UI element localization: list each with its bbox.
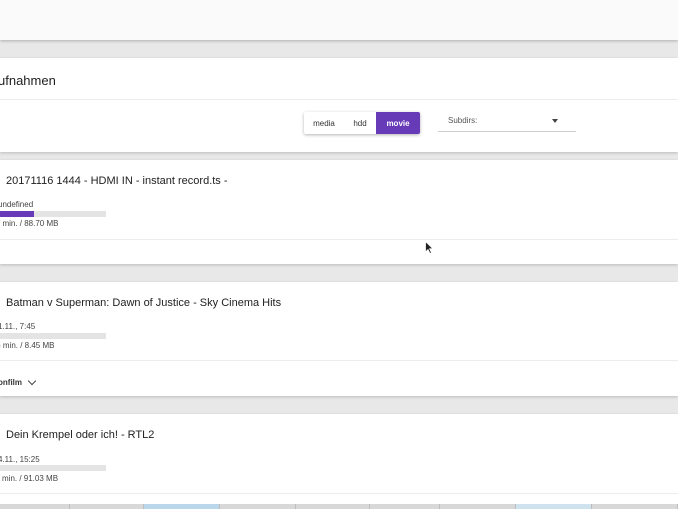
- recording-size: ) min. / 8.45 MB: [0, 341, 55, 350]
- source-toggle-group: media hdd movie: [304, 112, 420, 134]
- recording-progress-bar: [0, 211, 106, 217]
- header-divider: [0, 99, 678, 100]
- recording-card[interactable]: Batman v Superman: Dawn of Justice - Sky…: [0, 282, 678, 396]
- toggle-media-button[interactable]: media: [304, 112, 344, 134]
- taskbar-strip: [0, 504, 678, 509]
- subdirs-select[interactable]: Subdirs:: [438, 110, 576, 132]
- toggle-hdd-button[interactable]: hdd: [344, 112, 376, 134]
- recording-size: i min. / 91.03 MB: [0, 474, 59, 483]
- page-title: ufnahmen: [0, 73, 56, 88]
- toggle-movie-button[interactable]: movie: [376, 112, 420, 134]
- recording-date: 1.11., 7:45: [0, 322, 36, 331]
- subdirs-label: Subdirs:: [448, 116, 478, 125]
- card-divider: [0, 360, 678, 361]
- recording-progress-bar: [0, 465, 106, 471]
- recording-progress-bar: [0, 333, 106, 339]
- recording-title: Batman v Superman: Dawn of Justice - Sky…: [6, 297, 282, 309]
- category-expander[interactable]: onfilm: [0, 376, 37, 387]
- recording-title: 20171116 1444 - HDMI IN - instant record…: [6, 175, 228, 187]
- recordings-header-card: ufnahmen media hdd movie Subdirs:: [0, 58, 678, 152]
- top-toolbar: [0, 0, 678, 40]
- recording-title: Dein Krempel oder ich! - RTL2: [6, 429, 155, 441]
- card-divider: [0, 239, 678, 240]
- recording-size: / min. / 88.70 MB: [0, 219, 59, 228]
- mouse-pointer-icon: [425, 241, 434, 254]
- category-label: onfilm: [0, 378, 22, 387]
- recording-card[interactable]: Dein Krempel oder ich! - RTL2 4.11., 15:…: [0, 414, 678, 504]
- recording-card[interactable]: 20171116 1444 - HDMI IN - instant record…: [0, 160, 678, 264]
- recording-progress-fill: [0, 211, 34, 217]
- caret-down-icon: [552, 119, 558, 123]
- recording-date: undefined: [0, 200, 34, 209]
- card-divider: [0, 493, 678, 494]
- recording-date: 4.11., 15:25: [0, 455, 40, 464]
- chevron-down-icon: [27, 376, 37, 386]
